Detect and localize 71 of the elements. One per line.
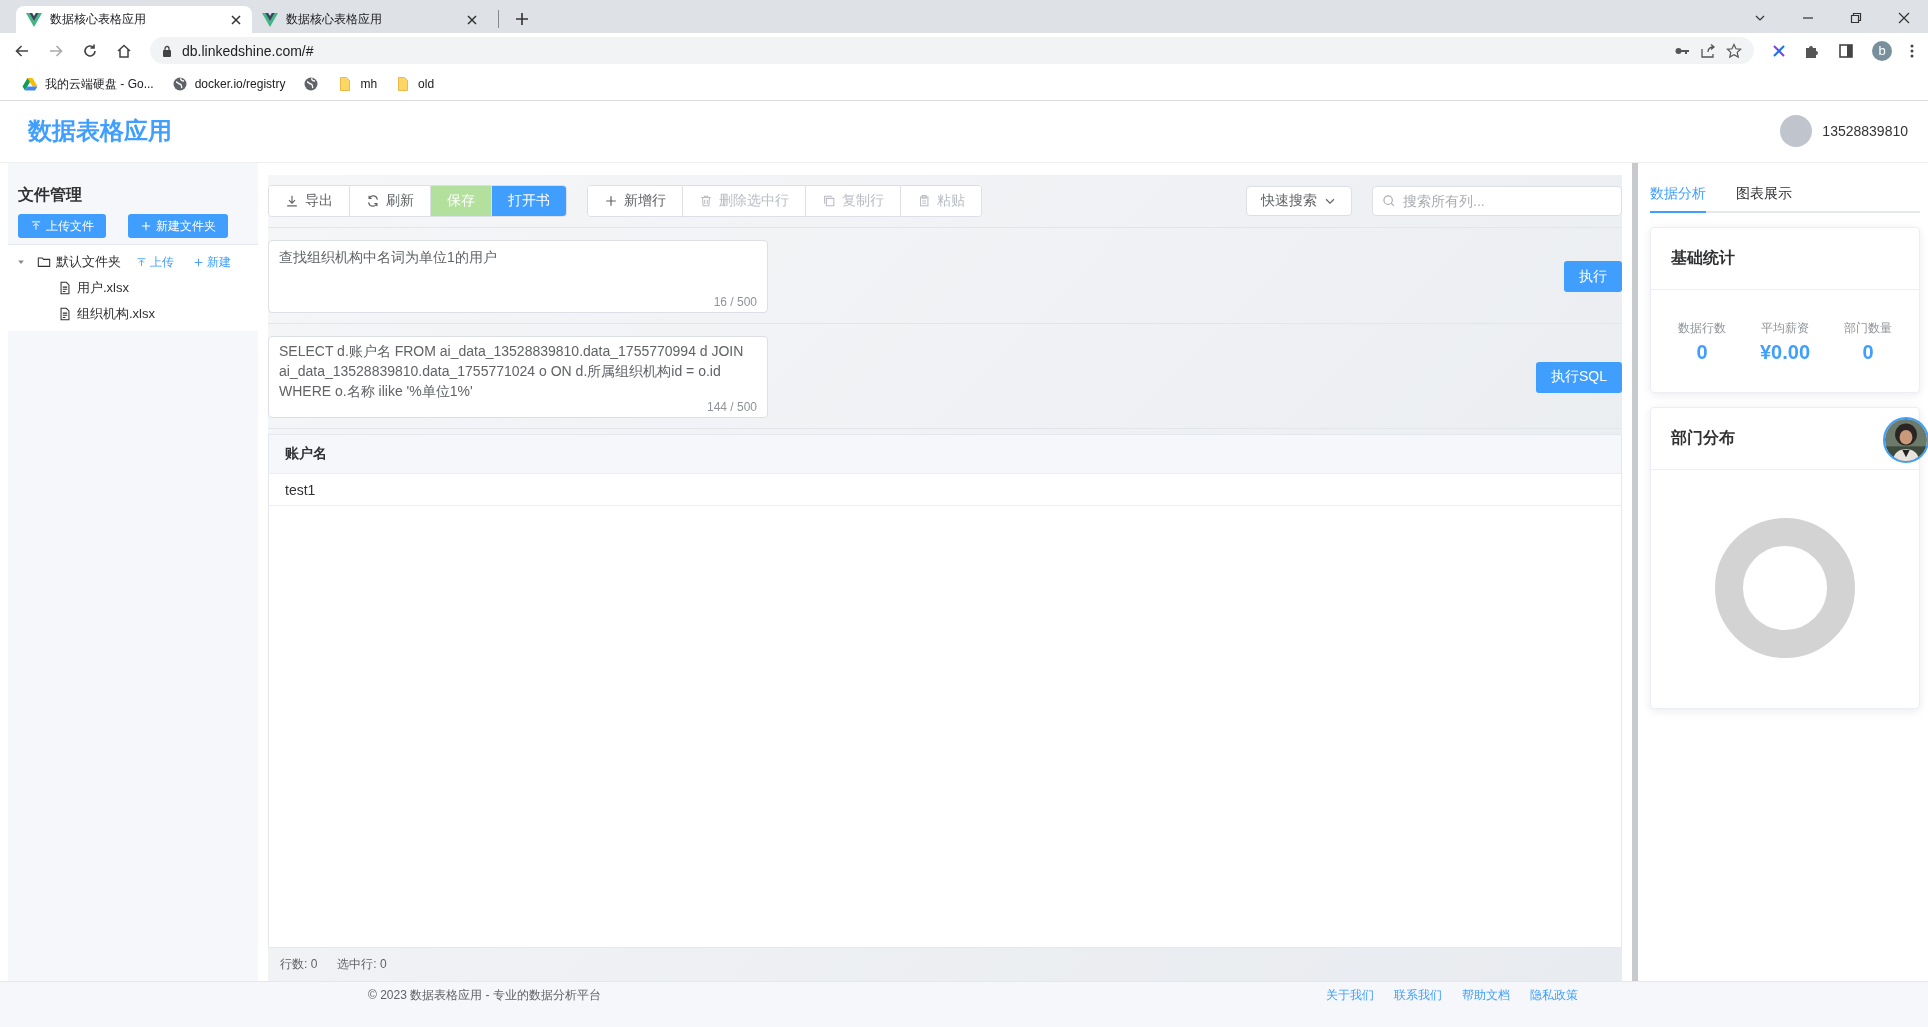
extension-icon[interactable]	[1772, 43, 1786, 58]
card-title: 基础统计	[1651, 228, 1919, 290]
column-header[interactable]: 账户名	[269, 445, 343, 463]
new-tab-icon[interactable]	[515, 12, 529, 26]
upload-icon	[136, 256, 147, 268]
search-icon	[1382, 194, 1396, 208]
quick-search-dropdown[interactable]: 快速搜索	[1246, 186, 1352, 216]
copy-icon	[822, 194, 836, 208]
sql-text: SELECT d.账户名 FROM ai_data_13528839810.data_1755770994 d JOIN ai_data_13528839810.data_1755771024 o ON d.所属组织机构id = o.id WHERE o.名称 ilike '%单位1%'	[279, 342, 745, 401]
close-icon[interactable]	[230, 13, 242, 26]
folder-label[interactable]: 默认文件夹	[56, 253, 121, 271]
trash-icon	[699, 194, 713, 208]
query-text: 查找组织机构中名词为单位1的用户	[279, 248, 498, 267]
close-icon[interactable]	[466, 13, 478, 26]
bookmark-link[interactable]: mh	[360, 77, 378, 91]
stat-label: 平均薪资	[1761, 320, 1809, 337]
file-label[interactable]: 用户.xlsx	[77, 279, 129, 297]
share-icon[interactable]	[1700, 42, 1716, 59]
restore-icon[interactable]	[1850, 12, 1862, 24]
more-icon[interactable]	[1910, 42, 1914, 59]
close-icon[interactable]	[1898, 12, 1910, 24]
profile-avatar[interactable]: b	[1872, 40, 1892, 61]
tab-title: 数据核心表格应用	[50, 11, 147, 28]
query-field[interactable]: 查找组织机构中名词为单位1的用户 16 / 500	[268, 240, 768, 313]
plus-icon	[604, 194, 618, 208]
browser-tab[interactable]: 数据核心表格应用	[16, 6, 252, 33]
side-panel-icon[interactable]	[1838, 42, 1854, 59]
reload-icon[interactable]	[82, 42, 98, 59]
plus-icon	[140, 220, 152, 232]
status-text: 选中行: 0	[337, 956, 387, 973]
copyright-text: © 2023 数据表格应用 - 专业的数据分析平台	[368, 987, 602, 1004]
drive-icon	[22, 76, 38, 92]
sidebar-title: 文件管理	[17, 185, 83, 205]
stat-value: 0	[1862, 341, 1874, 364]
toolbar-button[interactable]: 导出	[269, 186, 350, 216]
address-bar[interactable]: db.linkedshine.com/#	[150, 37, 1754, 64]
lock-icon	[162, 44, 172, 57]
panel-tab[interactable]: 图表展示	[1736, 185, 1792, 213]
stat-label: 部门数量	[1844, 320, 1892, 337]
tab-title: 数据核心表格应用	[286, 11, 383, 28]
table-cell-text: test1	[284, 481, 317, 498]
vue-logo-icon	[26, 12, 42, 27]
paste-icon	[917, 194, 931, 208]
stat-value: ¥0.00	[1759, 341, 1810, 364]
star-icon[interactable]	[1726, 42, 1742, 59]
refresh-icon	[366, 194, 380, 208]
file-icon	[58, 281, 72, 295]
stat-value: 0	[1696, 341, 1708, 364]
bookmark-link[interactable]: docker.io/registry	[194, 77, 286, 91]
toolbar-button[interactable]: 新增行	[588, 186, 683, 216]
user-name[interactable]: 13528839810	[1822, 123, 1908, 139]
vue-logo-icon	[262, 12, 278, 27]
stat-label: 数据行数	[1678, 320, 1726, 337]
status-text: 行数: 0	[280, 956, 318, 973]
globe-icon	[303, 76, 320, 92]
download-icon	[285, 194, 299, 208]
character-counter: 144 / 500	[706, 399, 757, 415]
plus-icon	[193, 256, 204, 268]
home-icon[interactable]	[116, 42, 132, 59]
upload-icon	[30, 220, 42, 232]
folder-icon	[37, 255, 51, 269]
browser-tab[interactable]: 数据核心表格应用	[252, 6, 488, 33]
character-counter: 16 / 500	[713, 294, 757, 310]
search-field[interactable]: 搜索所有列...	[1372, 186, 1622, 216]
bookmark-link[interactable]: 我的云端硬盘 - Go...	[45, 75, 154, 93]
app-title: 数据表格应用	[28, 116, 173, 146]
globe-icon	[171, 76, 188, 92]
bookmark-link[interactable]: old	[418, 77, 435, 91]
file-label[interactable]: 组织机构.xlsx	[77, 305, 155, 323]
file-icon	[58, 307, 72, 321]
sql-field[interactable]: SELECT d.账户名 FROM ai_data_13528839810.data_1755770994 d JOIN ai_data_13528839810.data_1755771024 o ON d.所属组织机构id = o.id WHERE o.名称 ilike '%单位1%' 144 / 500	[268, 336, 768, 418]
